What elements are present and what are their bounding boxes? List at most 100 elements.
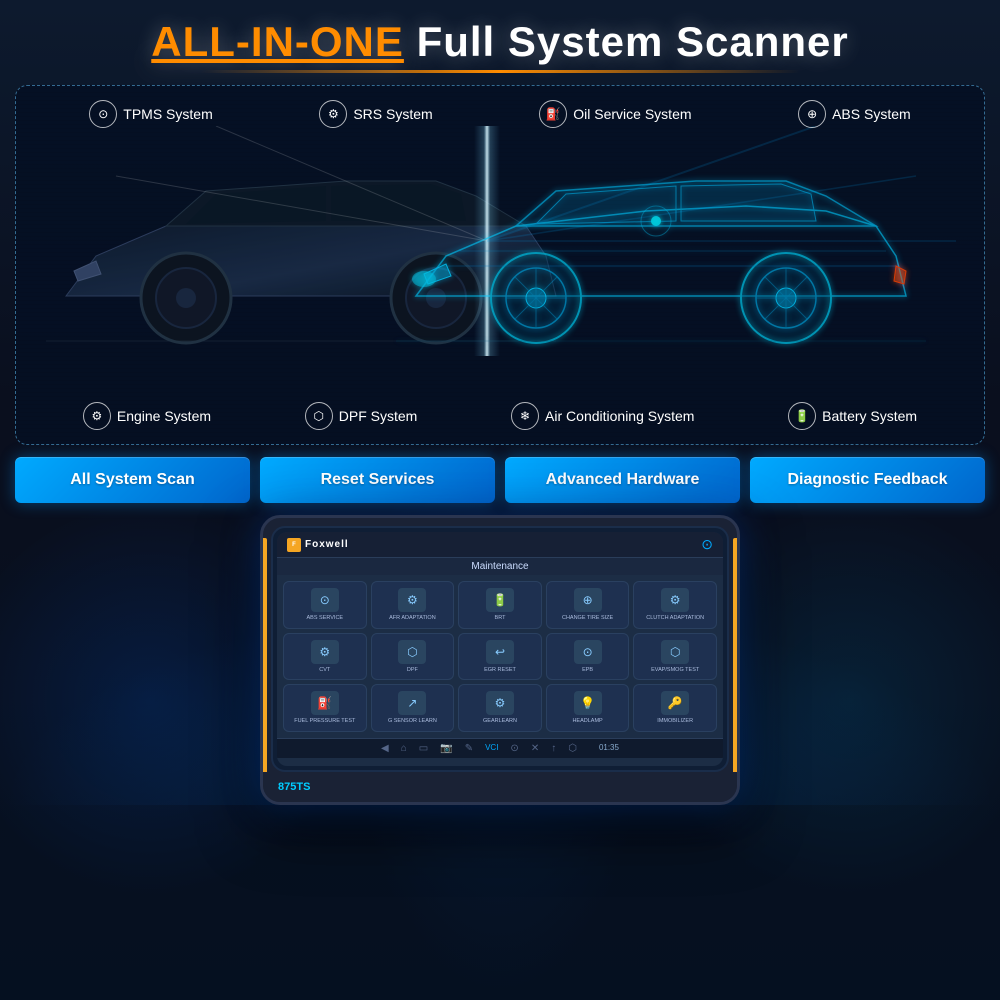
app-egr[interactable]: ↩ EGR RESET [458,633,542,681]
reset-services-button[interactable]: Reset Services [260,457,495,503]
afr-label: AFR ADAPTATION [389,615,436,622]
header: ALL-IN-ONE Full System Scanner [0,0,1000,85]
car-visualization [16,126,984,394]
tablet-accent-left [263,538,267,782]
tire-size-icon: ⊕ [574,588,602,612]
srs-label: SRS System [353,106,432,122]
app-epb[interactable]: ⊙ EPB [546,633,630,681]
immobilizer-label: IMMOBILIZER [657,718,693,725]
system-air: ❄ Air Conditioning System [511,402,694,430]
engine-icon: ⚙ [83,402,111,430]
system-dpf: ⬡ DPF System [305,402,418,430]
epb-label: EPB [582,667,593,674]
clutch-icon: ⚙ [661,588,689,612]
nav-home-icon[interactable]: ⌂ [401,743,407,754]
egr-icon: ↩ [486,640,514,664]
nav-overview-icon[interactable]: ▭ [419,743,428,754]
tpms-label: TPMS System [123,106,212,122]
nav-back-icon[interactable]: ◀ [381,743,389,754]
dpf-app-icon: ⬡ [398,640,426,664]
nav-camera-icon[interactable]: 📷 [440,743,452,754]
all-system-scan-button[interactable]: All System Scan [15,457,250,503]
system-tpms: ⊙ TPMS System [89,100,212,128]
screen-title: Maintenance [277,558,723,575]
app-dpf[interactable]: ⬡ DPF [371,633,455,681]
nav-up-icon[interactable]: ↑ [551,743,556,754]
diagnostic-feedback-button[interactable]: Diagnostic Feedback [750,457,985,503]
afr-icon: ⚙ [398,588,426,612]
brt-icon: 🔋 [486,588,514,612]
tablet-bottom-strip: 875TS [263,772,737,802]
engine-label: Engine System [117,408,211,424]
tablet-inner: F Foxwell ⊙ Maintenance ⊙ ABS SERVICE [271,526,729,772]
title-highlight: ALL-IN-ONE [151,18,404,65]
app-immobilizer[interactable]: 🔑 IMMOBILIZER [633,684,717,732]
system-engine: ⚙ Engine System [83,402,211,430]
tablet-brand: F Foxwell [287,538,349,552]
app-tire-size[interactable]: ⊕ CHANGE TIRE SIZE [546,581,630,629]
immobilizer-icon: 🔑 [661,691,689,715]
car-svg [16,126,956,356]
epb-icon: ⊙ [574,640,602,664]
app-grid: ⊙ ABS SERVICE ⚙ AFR ADAPTATION 🔋 BRT [277,575,723,738]
advanced-hardware-button[interactable]: Advanced Hardware [505,457,740,503]
system-battery: 🔋 Battery System [788,402,917,430]
systems-bottom-row: ⚙ Engine System ⬡ DPF System ❄ Air Condi… [16,402,984,444]
app-brt[interactable]: 🔋 BRT [458,581,542,629]
feature-buttons-row: All System Scan Reset Services Advanced … [15,457,985,503]
nav-tpms-icon[interactable]: ⊙ [510,743,518,754]
nav-edit-icon[interactable]: ✎ [465,743,473,754]
cvt-label: CVT [319,667,330,674]
egr-label: EGR RESET [484,667,516,674]
brand-icon: F [287,538,301,552]
tpms-icon: ⊙ [89,100,117,128]
app-cvt[interactable]: ⚙ CVT [283,633,367,681]
tablet-accent-right [733,538,737,782]
evap-icon: ⬡ [661,640,689,664]
app-g-sensor[interactable]: ↗ G SENSOR LEARN [371,684,455,732]
dpf-label: DPF System [339,408,418,424]
app-abs-service[interactable]: ⊙ ABS SERVICE [283,581,367,629]
abs-icon: ⊕ [798,100,826,128]
app-fuel[interactable]: ⛽ FUEL PRESSURE TEST [283,684,367,732]
nav-time: 01:35 [599,743,619,754]
headlamp-icon: 💡 [574,691,602,715]
dpf-icon: ⬡ [305,402,333,430]
tablet-model-name: 875TS [278,781,310,793]
abs-service-label: ABS SERVICE [307,615,344,622]
abs-label: ABS System [832,106,911,122]
page-wrapper: ALL-IN-ONE Full System Scanner ⊙ TPMS Sy… [0,0,1000,1000]
app-clutch[interactable]: ⚙ CLUTCH ADAPTATION [633,581,717,629]
brand-name: Foxwell [305,539,349,550]
tire-size-label: CHANGE TIRE SIZE [562,615,613,622]
app-evap[interactable]: ⬡ EVAP/SMOG TEST [633,633,717,681]
app-afr[interactable]: ⚙ AFR ADAPTATION [371,581,455,629]
fuel-label: FUEL PRESSURE TEST [294,718,355,725]
tablet-screen: F Foxwell ⊙ Maintenance ⊙ ABS SERVICE [277,532,723,766]
nav-close-icon[interactable]: ✕ [531,743,539,754]
g-sensor-icon: ↗ [398,691,426,715]
gearlearn-label: GEARLEARN [483,718,517,725]
tablet-nav-bar: ◀ ⌂ ▭ 📷 ✎ VCI ⊙ ✕ ↑ ⬡ 01:35 [277,738,723,758]
headlamp-label: HEADLAMP [572,718,602,725]
nav-vci-label: VCI [485,743,498,754]
app-headlamp[interactable]: 💡 HEADLAMP [546,684,630,732]
tpms-status-icon: ⊙ [701,536,713,553]
fuel-icon: ⛽ [311,691,339,715]
system-oil: ⛽ Oil Service System [539,100,691,128]
clutch-label: CLUTCH ADAPTATION [646,615,704,622]
system-srs: ⚙ SRS System [319,100,432,128]
battery-icon: 🔋 [788,402,816,430]
battery-label: Battery System [822,408,917,424]
srs-icon: ⚙ [319,100,347,128]
tablet-screen-header: F Foxwell ⊙ [277,532,723,558]
foxwell-tablet: F Foxwell ⊙ Maintenance ⊙ ABS SERVICE [260,515,740,805]
nav-settings-icon[interactable]: ⬡ [568,743,577,754]
page-title: ALL-IN-ONE Full System Scanner [20,18,980,66]
cvt-icon: ⚙ [311,640,339,664]
system-abs: ⊕ ABS System [798,100,911,128]
app-gearlearn[interactable]: ⚙ GEARLEARN [458,684,542,732]
abs-service-icon: ⊙ [311,588,339,612]
title-underline [200,70,800,73]
device-section: F Foxwell ⊙ Maintenance ⊙ ABS SERVICE [0,515,1000,805]
